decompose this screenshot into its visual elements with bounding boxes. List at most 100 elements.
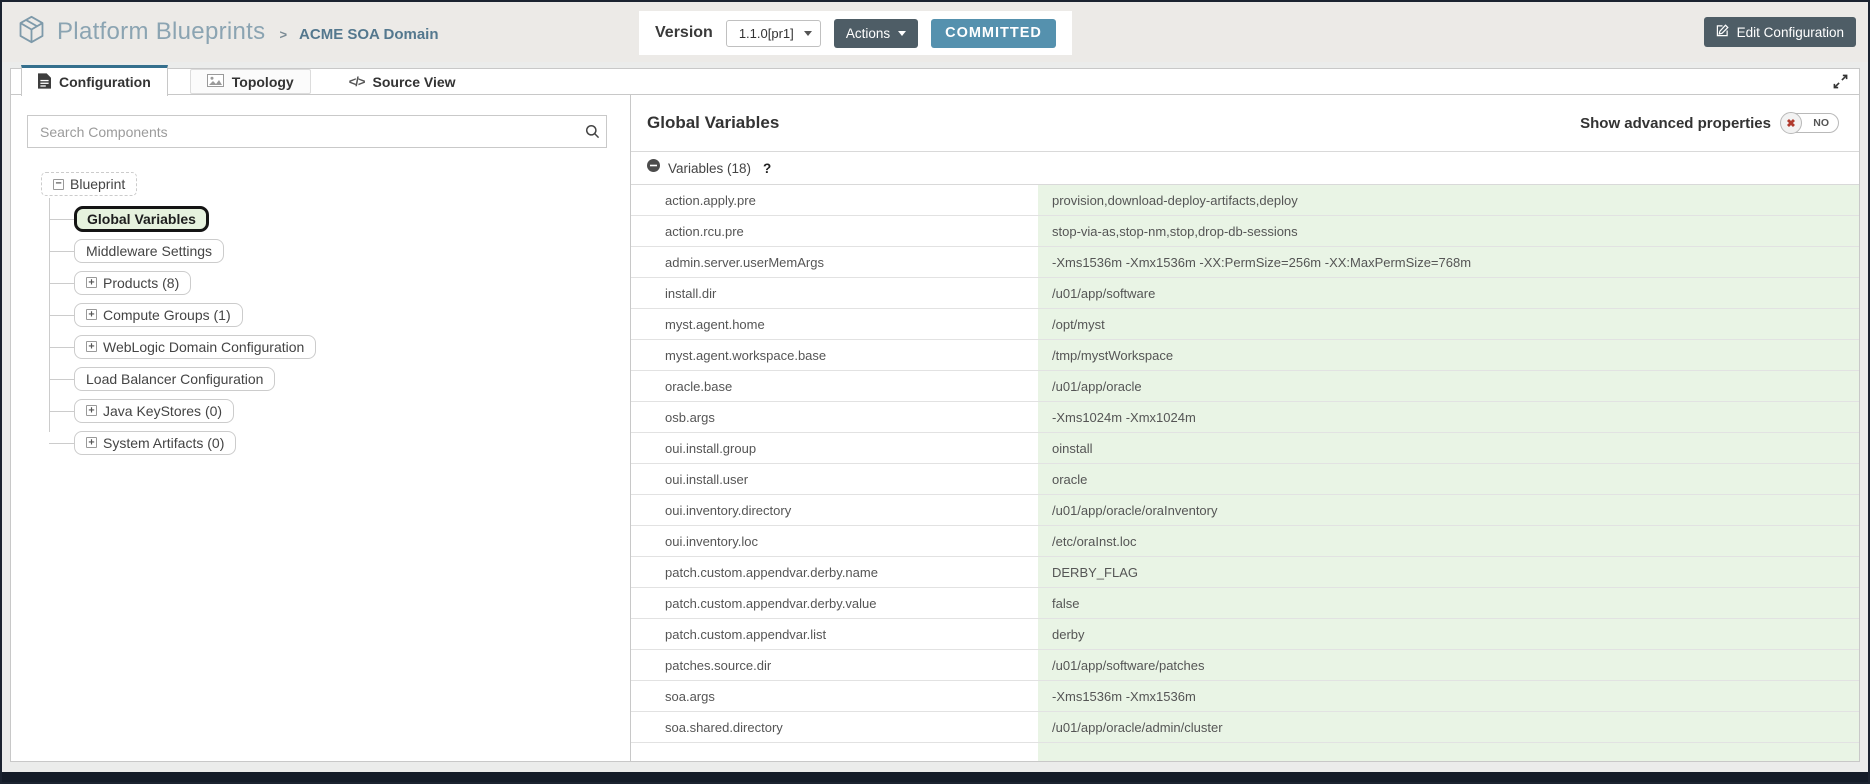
tab-configuration[interactable]: Configuration xyxy=(21,65,168,96)
variable-name: oui.install.group xyxy=(631,433,1038,463)
variable-value: stop-via-as,stop-nm,stop,drop-db-session… xyxy=(1038,216,1859,246)
tree-item-node[interactable]: + Compute Groups (1) xyxy=(74,303,243,327)
tree-item-label: WebLogic Domain Configuration xyxy=(103,339,304,355)
brand: Platform Blueprints > ACME SOA Domain xyxy=(16,14,439,50)
variable-name: oui.inventory.loc xyxy=(631,526,1038,556)
tree-item-node[interactable]: Middleware Settings xyxy=(74,239,224,263)
toggle-off-x-icon: ✖ xyxy=(1780,112,1802,134)
search-input[interactable] xyxy=(27,115,607,148)
variable-value: /u01/app/oracle/oraInventory xyxy=(1038,495,1859,525)
bottom-bar xyxy=(2,772,1868,782)
variable-row: install.dir /u01/app/software xyxy=(631,278,1859,309)
variable-name: soa.args xyxy=(631,681,1038,711)
variable-row-filler xyxy=(631,743,1859,761)
tree-item-label: System Artifacts (0) xyxy=(103,435,224,451)
variable-row: soa.args -Xms1536m -Xmx1536m xyxy=(631,681,1859,712)
tree-item: Global Variables xyxy=(74,207,614,230)
expand-fullscreen-button[interactable] xyxy=(1830,73,1850,93)
image-icon xyxy=(207,74,224,90)
variable-row: myst.agent.home /opt/myst xyxy=(631,309,1859,340)
document-icon xyxy=(38,73,51,92)
tree-item-label: Compute Groups (1) xyxy=(103,307,231,323)
tree-root-blueprint[interactable]: − Blueprint xyxy=(41,172,137,196)
variable-value: -Xms1536m -Xmx1536m xyxy=(1038,681,1859,711)
variable-row: admin.server.userMemArgs -Xms1536m -Xmx1… xyxy=(631,247,1859,278)
expand-icon[interactable]: + xyxy=(86,277,97,288)
detail-title: Global Variables xyxy=(647,113,779,133)
variable-row: oui.install.group oinstall xyxy=(631,433,1859,464)
advanced-properties-label: Show advanced properties xyxy=(1580,115,1771,132)
expand-icon[interactable]: + xyxy=(86,405,97,416)
advanced-properties-toggle[interactable]: NO ✖ xyxy=(1781,113,1839,133)
help-icon[interactable]: ? xyxy=(763,161,771,176)
variable-name: patch.custom.appendvar.derby.value xyxy=(631,588,1038,618)
tree-item: + Products (8) xyxy=(74,271,614,294)
tab-source-view-label: Source View xyxy=(373,74,456,90)
version-label: Version xyxy=(655,24,713,42)
expand-icon[interactable]: + xyxy=(86,437,97,448)
variable-row: oui.install.user oracle xyxy=(631,464,1859,495)
toggle-state-label: NO xyxy=(1813,114,1829,132)
variable-value: /etc/oraInst.loc xyxy=(1038,526,1859,556)
variable-value: /tmp/mystWorkspace xyxy=(1038,340,1859,370)
version-select[interactable]: 1.1.0[pr1] xyxy=(726,20,821,47)
variable-name: soa.shared.directory xyxy=(631,712,1038,742)
variable-row: oui.inventory.loc /etc/oraInst.loc xyxy=(631,526,1859,557)
edit-configuration-button[interactable]: Edit Configuration xyxy=(1704,17,1856,47)
tree-item-label: Middleware Settings xyxy=(86,243,212,259)
tab-configuration-label: Configuration xyxy=(59,74,151,90)
tree-item-node[interactable]: + Java KeyStores (0) xyxy=(74,399,234,423)
tree-item-node[interactable]: + System Artifacts (0) xyxy=(74,431,236,455)
main-area: Configuration Topology </> Source View xyxy=(10,68,1860,762)
breadcrumb: ACME SOA Domain xyxy=(299,26,438,43)
variable-value: oracle xyxy=(1038,464,1859,494)
tab-topology[interactable]: Topology xyxy=(190,69,311,94)
variable-value: -Xms1024m -Xmx1024m xyxy=(1038,402,1859,432)
collapse-icon[interactable]: − xyxy=(53,179,64,190)
variable-row: patch.custom.appendvar.derby.value false xyxy=(631,588,1859,619)
footer-gap xyxy=(2,762,1868,772)
tree-item-node[interactable]: Global Variables xyxy=(74,206,209,232)
tree-item: + WebLogic Domain Configuration xyxy=(74,335,614,358)
variable-value: /u01/app/software/patches xyxy=(1038,650,1859,680)
variable-value: -Xms1536m -Xmx1536m -XX:PermSize=256m -X… xyxy=(1038,247,1859,277)
variable-name: oui.install.user xyxy=(631,464,1038,494)
variable-value: DERBY_FLAG xyxy=(1038,557,1859,587)
variable-row: patch.custom.appendvar.list derby xyxy=(631,619,1859,650)
variable-value: /u01/app/software xyxy=(1038,278,1859,308)
variable-name: osb.args xyxy=(631,402,1038,432)
tree-children: Global Variables Middleware Settings + P… xyxy=(41,202,614,454)
edit-pencil-icon xyxy=(1716,24,1729,40)
breadcrumb-separator: > xyxy=(279,27,287,42)
variable-value xyxy=(1038,743,1859,761)
variable-row: soa.shared.directory /u01/app/oracle/adm… xyxy=(631,712,1859,743)
variable-name: action.rcu.pre xyxy=(631,216,1038,246)
page-title: Platform Blueprints xyxy=(57,18,265,46)
tab-topology-label: Topology xyxy=(232,74,294,90)
status-badge: COMMITTED xyxy=(931,19,1056,48)
tree-item-node[interactable]: Load Balancer Configuration xyxy=(74,367,275,391)
detail-header: Global Variables Show advanced propertie… xyxy=(631,95,1859,152)
expand-icon[interactable]: + xyxy=(86,341,97,352)
version-panel: Version 1.1.0[pr1] Actions COMMITTED xyxy=(639,11,1072,55)
variables-section-header: Variables (18) ? xyxy=(631,152,1859,185)
collapse-circle-icon[interactable] xyxy=(647,159,660,177)
actions-button-label: Actions xyxy=(846,26,890,41)
tree-item-node[interactable]: + Products (8) xyxy=(74,271,191,295)
search-icon[interactable] xyxy=(585,124,600,144)
expand-icon[interactable]: + xyxy=(86,309,97,320)
tab-source-view[interactable]: </> Source View xyxy=(333,69,472,94)
tree-item-node[interactable]: + WebLogic Domain Configuration xyxy=(74,335,316,359)
actions-button[interactable]: Actions xyxy=(834,19,918,48)
variable-name xyxy=(631,743,1038,761)
component-tree-pane: − Blueprint Global Variables Middleware … xyxy=(11,95,631,761)
variable-row: action.apply.pre provision,download-depl… xyxy=(631,185,1859,216)
app-window: Platform Blueprints > ACME SOA Domain Ve… xyxy=(0,0,1870,784)
variable-name: myst.agent.workspace.base xyxy=(631,340,1038,370)
variable-name: patch.custom.appendvar.list xyxy=(631,619,1038,649)
tree-root-label: Blueprint xyxy=(70,176,125,192)
tree-item-label: Products (8) xyxy=(103,275,179,291)
detail-pane: Global Variables Show advanced propertie… xyxy=(631,95,1859,761)
tree-item-label: Global Variables xyxy=(87,211,196,227)
code-icon: </> xyxy=(349,74,365,89)
